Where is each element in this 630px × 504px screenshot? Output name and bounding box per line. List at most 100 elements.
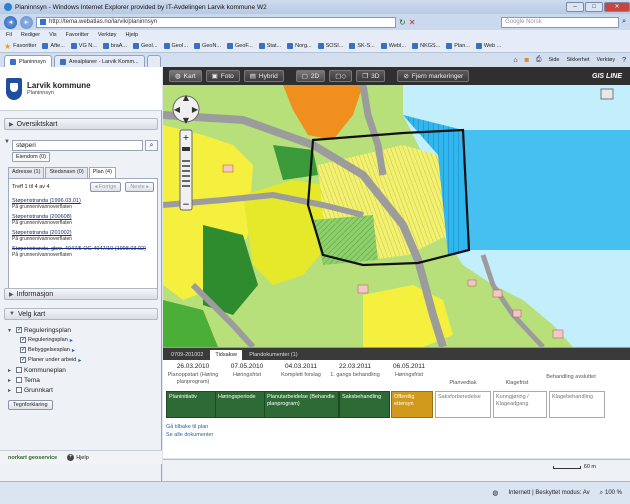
collapse-down-icon[interactable]: ▼ xyxy=(4,139,10,145)
section-information[interactable]: ▶ Informasjon xyxy=(4,288,158,300)
favorite-label: braA... xyxy=(110,43,128,49)
tab-plan-documents[interactable]: Plandokumenter (1) xyxy=(244,350,302,360)
favorite-item[interactable]: SK-S... xyxy=(349,43,375,49)
favorite-item[interactable]: GeoI... xyxy=(163,43,188,49)
tools-menu[interactable]: Verktøy xyxy=(596,57,615,63)
result-item[interactable]: Støperistranda, gbnr. 4047/5 OG 4047/10 … xyxy=(9,244,157,260)
button-label: Hybrid xyxy=(258,72,278,80)
back-button[interactable]: ◂ xyxy=(4,15,17,29)
menu-file[interactable]: Fil xyxy=(6,32,12,38)
favorite-item[interactable]: GeoF... xyxy=(227,43,253,49)
favorite-item[interactable]: GeoN... xyxy=(194,43,221,49)
hybrid-view-button[interactable]: ▤ Hybrid xyxy=(243,70,284,82)
favorite-item[interactable]: SOSI... xyxy=(317,43,343,49)
maximize-button[interactable]: □ xyxy=(585,2,603,12)
globe-icon: ◍ xyxy=(492,490,499,497)
browser-tab-planinnsyn[interactable]: Planinnsyn xyxy=(4,55,52,67)
favorite-item[interactable]: Norg... xyxy=(287,43,312,49)
close-button[interactable]: ✕ xyxy=(604,2,630,12)
tab-label: Planinnsyn xyxy=(19,58,46,65)
layer-row: ▸ Grunnkart xyxy=(8,385,158,395)
page-menu[interactable]: Side xyxy=(548,57,559,63)
new-tab-button[interactable] xyxy=(146,55,161,67)
result-item[interactable]: Støperistranda (201002) På grunnen/vanno… xyxy=(9,228,157,244)
favorites-button[interactable]: ★ Favoritter xyxy=(4,42,36,51)
home-icon[interactable]: ⌂ xyxy=(513,57,517,64)
search-button[interactable]: ⌕ xyxy=(145,140,158,151)
select-tool-button[interactable]: ▢◇ xyxy=(329,70,353,82)
photo-view-button[interactable]: ▣ Foto xyxy=(205,70,240,82)
event-label: Planoppstart (Høring planprogram) xyxy=(167,372,219,385)
result-item[interactable]: Støperistranda (200608) På grunnen/vanno… xyxy=(9,212,157,228)
favorite-item[interactable]: braA... xyxy=(102,43,128,49)
favorite-item[interactable]: WebI... xyxy=(380,43,406,49)
clear-markings-button[interactable]: ⊘ Fjern markeringer xyxy=(397,70,470,82)
favorite-item[interactable]: VG N... xyxy=(70,43,97,49)
layer-checkbox[interactable] xyxy=(16,367,22,373)
forward-button[interactable]: ▸ xyxy=(20,15,33,29)
menu-tools[interactable]: Verktøy xyxy=(98,32,117,38)
zoom-control[interactable]: ⌕ 100 % xyxy=(600,490,622,497)
expand-icon[interactable]: ▸ xyxy=(8,387,14,394)
back-to-plan-link[interactable]: Gå tilbake til plan xyxy=(166,424,208,430)
next-button[interactable]: Neste ▸ xyxy=(125,182,154,192)
status-bar: ◍ Internett | Beskyttet modus: Av ⌕ 100 … xyxy=(0,481,630,504)
map-canvas[interactable]: ▲ ▼ ◀ ▶ + − xyxy=(163,85,630,347)
result-item[interactable]: Støperistranda (1996.03.01) På grunnen/v… xyxy=(9,196,157,212)
previous-button[interactable]: ◂ Forrige xyxy=(89,182,122,192)
legend-button[interactable]: Tegnforklaring xyxy=(8,400,53,410)
search-icon[interactable]: ⌕ xyxy=(622,18,626,26)
favorite-item[interactable]: GeoI... xyxy=(133,43,158,49)
section-overview-map[interactable]: ▶ Oversiktskart xyxy=(4,118,158,130)
favorite-item[interactable]: Web ... xyxy=(475,43,501,49)
favorite-item[interactable]: NKGS... xyxy=(412,43,440,49)
address-field[interactable]: http://tema.webatlas.no/larvik/planinnsy… xyxy=(36,16,396,28)
favorite-item[interactable]: Stat... xyxy=(258,43,281,49)
info-arrow-icon[interactable]: ▸ xyxy=(72,347,75,354)
search-input[interactable]: støperi xyxy=(12,140,143,151)
menu-view[interactable]: Vis xyxy=(49,32,57,38)
refresh-icon[interactable]: ↻ xyxy=(399,18,406,27)
tab-timeline[interactable]: Tidsakse xyxy=(210,350,243,360)
menu-favorites[interactable]: Favoritter xyxy=(66,32,89,38)
feeds-icon[interactable]: ◙ xyxy=(525,57,529,64)
map-view-button[interactable]: ◍ Kart xyxy=(169,70,202,82)
favorite-item[interactable]: Plan... xyxy=(446,43,470,49)
info-arrow-icon[interactable]: ▸ xyxy=(78,357,81,364)
expand-icon[interactable]: ▸ xyxy=(8,377,14,384)
collapse-icon[interactable]: ▾ xyxy=(8,327,14,334)
expand-icon[interactable]: ▸ xyxy=(8,367,14,374)
section-choose-map[interactable]: ▼ Velg kart xyxy=(4,308,158,320)
safety-menu[interactable]: Sikkerhet xyxy=(567,57,590,63)
help-icon[interactable]: ? xyxy=(622,57,626,64)
browser-search-field[interactable]: Google Norsk xyxy=(501,16,620,28)
favorite-item[interactable]: Afte... xyxy=(42,43,65,49)
menu-help[interactable]: Hjelp xyxy=(126,32,139,38)
layer-checkbox[interactable]: ✓ xyxy=(20,347,26,353)
building xyxy=(467,279,477,287)
owners-button[interactable]: Eiendom (0) xyxy=(12,152,50,162)
stop-icon[interactable]: ✕ xyxy=(409,18,416,27)
menu-edit[interactable]: Rediger xyxy=(21,32,40,38)
view-3d-button[interactable]: ❒ 3D xyxy=(356,70,386,82)
layer-checkbox[interactable] xyxy=(16,387,22,393)
print-icon[interactable]: ⎙ xyxy=(536,56,542,64)
view-2d-button[interactable]: ▢ 2D xyxy=(295,70,326,82)
layer-checkbox[interactable]: ✓ xyxy=(20,337,26,343)
browser-tab-arealplaner[interactable]: Arealplaner - Larvik Komm... xyxy=(53,55,145,67)
info-arrow-icon[interactable]: ▸ xyxy=(70,337,73,344)
help-button[interactable]: + Hjelp xyxy=(67,454,89,461)
scale-bar: 60 m xyxy=(552,464,596,470)
minimize-button[interactable]: – xyxy=(566,2,584,12)
zoom-slider[interactable]: + − xyxy=(179,129,193,211)
tab-place-names[interactable]: Stedsnavn (0) xyxy=(45,167,88,178)
all-documents-link[interactable]: Se alle dokumenter xyxy=(166,432,213,438)
layer-checkbox[interactable]: ✓ xyxy=(20,357,26,363)
tab-plan-id[interactable]: 0709-201002 xyxy=(166,350,208,360)
square-icon: ▢ xyxy=(301,73,308,80)
map-maximize-button[interactable] xyxy=(600,88,614,100)
layer-checkbox[interactable] xyxy=(16,377,22,383)
tab-plan[interactable]: Plan (4) xyxy=(88,167,116,178)
tab-address[interactable]: Adresse (1) xyxy=(8,167,45,178)
layer-checkbox[interactable]: ✓ xyxy=(16,327,22,333)
